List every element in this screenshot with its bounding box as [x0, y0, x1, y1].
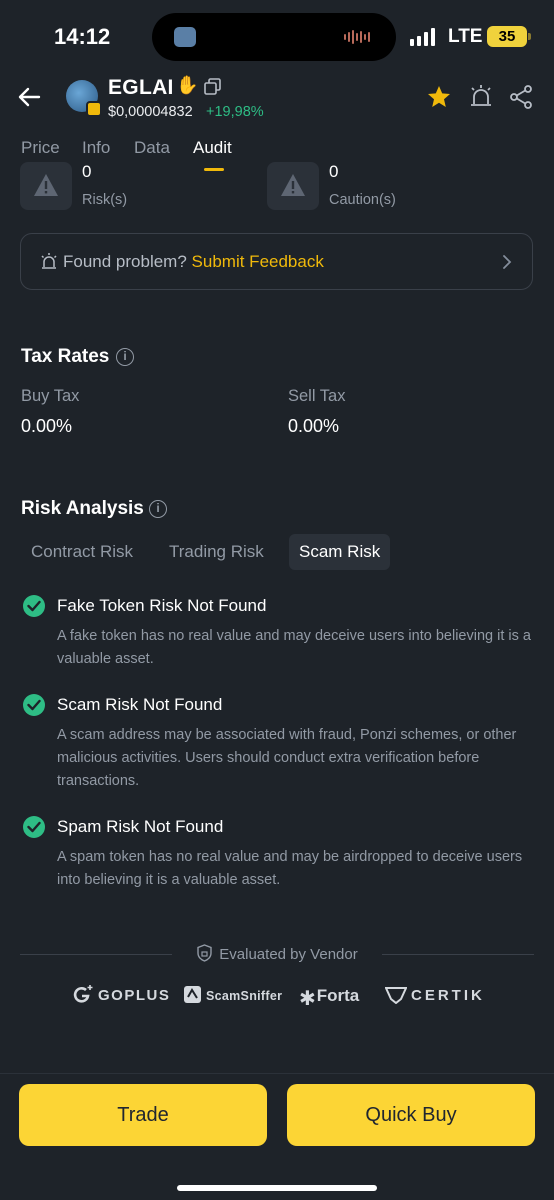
scamsniffer-logo-icon: [184, 986, 201, 1003]
info-icon[interactable]: i: [149, 500, 167, 518]
feedback-banner[interactable]: Found problem? Submit Feedback: [20, 233, 533, 290]
favorite-star-icon[interactable]: [426, 84, 452, 110]
submit-feedback-link[interactable]: Submit Feedback: [192, 252, 324, 271]
risk-count: 0: [82, 162, 92, 181]
risk-item-title: Spam Risk Not Found: [57, 817, 224, 836]
vendor-certik-name: CERTIK: [411, 987, 485, 1004]
vendor-title: Evaluated by Vendor: [219, 946, 358, 963]
tab-info[interactable]: Info: [82, 138, 110, 158]
check-circle-icon: [23, 816, 45, 838]
buy-tax-label: Buy Tax: [21, 387, 80, 405]
tab-audit[interactable]: Audit: [193, 138, 232, 158]
status-time: 14:12: [54, 24, 111, 49]
sell-tax-value: 0.00%: [288, 416, 340, 436]
token-price: $0,00004832: [108, 104, 193, 120]
battery-icon: 35: [487, 26, 531, 47]
risk-label: Risk(s): [82, 192, 128, 208]
trade-button[interactable]: Trade: [19, 1084, 267, 1146]
risk-item-description: A fake token has no real value and may d…: [57, 628, 531, 667]
vendor-heading: Evaluated by Vendor: [0, 944, 554, 963]
check-circle-icon: [23, 595, 45, 617]
tax-rates-title: Tax Rates: [21, 346, 110, 367]
price-alert-icon[interactable]: [467, 84, 495, 110]
tab-trading-risk[interactable]: Trading Risk: [159, 534, 274, 570]
risk-warning-icon-box: [20, 162, 72, 210]
active-tab-indicator: [204, 168, 224, 171]
now-playing-thumbnail: [174, 27, 196, 47]
feedback-prefix: Found problem?: [63, 252, 187, 271]
feedback-text: Found problem? Submit Feedback: [63, 252, 324, 272]
tab-data[interactable]: Data: [134, 138, 170, 158]
risk-item-title: Scam Risk Not Found: [57, 695, 223, 714]
risk-item-description: A spam token has no real value and may b…: [57, 849, 523, 888]
warning-icon: [34, 174, 58, 196]
vendor-goplus: GOPLUS: [72, 984, 170, 1008]
chain-badge-icon: [86, 101, 102, 117]
token-name: EGLAI: [108, 76, 174, 99]
dynamic-island: [152, 13, 396, 61]
goplus-logo-icon: [73, 985, 93, 1003]
copy-icon[interactable]: [203, 77, 223, 97]
vendor-scamsniffer: ScamSniffer: [183, 984, 282, 1008]
cellular-signal-icon: [410, 28, 435, 46]
status-bar: 14:12 LTE 35: [0, 0, 554, 76]
alert-bell-icon: [41, 253, 57, 269]
tab-price[interactable]: Price: [21, 138, 60, 158]
caution-label: Caution(s): [329, 192, 396, 208]
audio-wave-icon: [344, 30, 370, 44]
buy-tax-value: 0.00%: [21, 416, 73, 436]
tab-contract-risk[interactable]: Contract Risk: [21, 534, 143, 570]
home-indicator: [177, 1185, 377, 1191]
hand-icon: ✋: [176, 75, 199, 95]
vendor-scamsniffer-name: ScamSniffer: [206, 989, 283, 1003]
quick-buy-button[interactable]: Quick Buy: [287, 1084, 535, 1146]
vendor-forta-name: Forta: [316, 986, 360, 1005]
vendor-certik: CERTIK: [385, 984, 485, 1008]
back-arrow-icon[interactable]: [14, 82, 44, 112]
caution-warning-icon-box: [267, 162, 319, 210]
share-icon[interactable]: [508, 84, 534, 110]
vendor-forta: ✱Forta: [299, 984, 360, 1010]
risk-analysis-title: Risk Analysis: [21, 498, 144, 519]
sell-tax-label: Sell Tax: [288, 387, 346, 405]
chevron-right-icon: [503, 255, 512, 269]
vendor-goplus-name: GOPLUS: [98, 987, 171, 1004]
certik-logo-icon: [385, 987, 407, 1004]
price-change: +19,98%: [206, 104, 264, 120]
caution-count: 0: [329, 162, 339, 181]
risk-item-title: Fake Token Risk Not Found: [57, 596, 267, 615]
tab-scam-risk[interactable]: Scam Risk: [289, 534, 391, 570]
token-header: EGLAI ✋ $0,00004832 +19,98%: [0, 72, 554, 122]
warning-icon: [281, 174, 305, 196]
shield-lock-icon: [197, 944, 212, 962]
asterisk-logo-icon: ✱: [299, 988, 316, 1010]
network-type: LTE: [448, 26, 483, 47]
info-icon[interactable]: i: [116, 348, 134, 366]
check-circle-icon: [23, 694, 45, 716]
risk-item-description: A scam address may be associated with fr…: [57, 727, 517, 789]
